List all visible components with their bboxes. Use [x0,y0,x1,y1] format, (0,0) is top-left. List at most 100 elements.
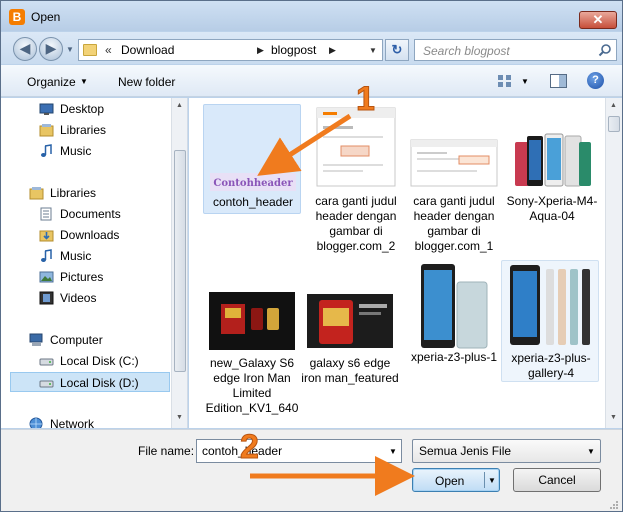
sidebar-scrollbar[interactable]: ▲ ▼ [171,98,187,428]
sidebar-item-downloads[interactable]: Downloads [1,225,171,245]
sidebar-item-label: Downloads [60,228,120,242]
navigation-bar: ◀ ▶ ▼ « Download ▶ blogpost ▶ ▼ ↻ Search… [1,32,622,64]
sidebar-item-label: Network [50,417,95,428]
open-button[interactable]: Open ▼ [412,468,500,492]
thumb-text: Contohheader [213,178,293,189]
file-name-label: cara ganti judul header dengan gambar di… [413,194,495,253]
sidebar-item-videos[interactable]: Videos [1,288,171,308]
chevron-down-icon[interactable]: ▼ [80,77,88,86]
file-name-label: xperia-z3-plus-1 [410,350,498,364]
videos-icon [39,291,54,305]
file-item-galaxy-s6-featured[interactable]: galaxy s6 edge iron man_featured [301,264,399,424]
drive-icon [39,380,54,388]
file-list: Contohheader contoh_header cara ganti ju… [189,98,605,428]
file-item-contoh-header[interactable]: Contohheader contoh_header [203,104,301,214]
file-item-galaxy-s6-iron-man[interactable]: new_Galaxy S6 edge Iron Man Limited Edit… [203,264,301,424]
breadcrumb-arrow-icon[interactable]: ▶ [257,45,264,56]
file-thumbnail [515,133,591,187]
file-thumbnail [421,264,488,349]
blogger-icon: B [9,9,25,25]
chevron-down-icon[interactable]: ▼ [587,447,595,456]
recent-locations-dropdown-icon[interactable]: ▼ [66,45,74,54]
scroll-up-icon[interactable]: ▲ [610,102,617,109]
folder-icon [83,44,97,56]
refresh-button[interactable]: ↻ [385,39,409,61]
sidebar-item-local-disk-d[interactable]: Local Disk (D:) [10,372,170,392]
forward-button[interactable]: ▶ [39,37,63,61]
file-list-scrollbar[interactable]: ▲ ▼ [605,98,622,428]
scrollbar-thumb[interactable] [608,116,620,132]
breadcrumb-arrow-icon[interactable]: ▶ [329,45,336,56]
sidebar-item-label: Libraries [50,186,97,200]
back-button[interactable]: ◀ [13,37,37,61]
search-icon[interactable] [598,43,612,57]
libraries-icon [39,124,54,137]
scroll-up-icon[interactable]: ▲ [176,102,183,109]
sidebar-item-music[interactable]: Music [1,141,171,161]
breadcrumb-blogpost[interactable]: blogpost [271,43,316,57]
sidebar-item-label: Music [60,249,92,263]
open-options-dropdown-icon[interactable]: ▼ [488,476,496,485]
file-thumbnail [410,139,498,187]
documents-icon [40,207,52,221]
title-bar: B Open ✕ [1,1,622,31]
sidebar-item-local-disk-c[interactable]: Local Disk (C:) [1,351,171,371]
network-icon [29,417,43,428]
breadcrumb-download[interactable]: Download [121,43,174,57]
close-button[interactable]: ✕ [579,11,617,29]
preview-pane-icon[interactable] [550,74,567,88]
change-view-icon[interactable] [497,74,513,88]
libraries-icon [29,187,44,200]
file-name-label: Sony-Xperia-M4-Aqua-04 [506,194,598,223]
sidebar-item-computer[interactable]: Computer [1,330,171,350]
file-type-value: Semua Jenis File [419,444,512,458]
scrollbar-thumb[interactable] [174,150,186,372]
new-folder-button[interactable]: New folder [118,75,175,89]
breadcrumb-overflow[interactable]: « [105,43,112,57]
file-item-xperia-z3-plus-1[interactable]: xperia-z3-plus-1 [405,264,503,424]
sidebar-item-label: Local Disk (D:) [60,376,139,390]
file-thumbnail [316,107,396,187]
file-name-label: new_Galaxy S6 edge Iron Man Limited Edit… [205,356,299,415]
sidebar-item-label: Local Disk (C:) [60,354,139,368]
resize-grip-icon[interactable] [609,500,619,510]
scroll-down-icon[interactable]: ▼ [610,414,617,421]
sidebar-item-music-library[interactable]: Music [1,246,171,266]
organize-button[interactable]: Organize [27,75,76,89]
file-item-blogger-2[interactable]: cara ganti judul header dengan gambar di… [307,104,405,264]
help-icon[interactable]: ? [587,72,604,89]
file-type-select[interactable]: Semua Jenis File ▼ [412,439,601,463]
file-name-value: contoh_header [202,444,283,458]
sidebar-item-label: Desktop [60,102,105,116]
sidebar-item-documents[interactable]: Documents [1,204,171,224]
command-bar: Organize ▼ New folder ▼ ? [1,65,622,97]
file-name-input[interactable]: contoh_header ▼ [196,439,402,463]
address-bar[interactable]: « Download ▶ blogpost ▶ ▼ [78,39,383,61]
file-name-label: cara ganti judul header dengan gambar di… [315,194,397,253]
sidebar-item-pictures[interactable]: Pictures [1,267,171,287]
scroll-down-icon[interactable]: ▼ [176,414,183,421]
file-item-sony-xperia-m4[interactable]: Sony-Xperia-M4-Aqua-04 [503,104,601,264]
chevron-down-icon[interactable]: ▼ [389,447,397,456]
cancel-button[interactable]: Cancel [513,468,601,492]
file-item-blogger-1[interactable]: cara ganti judul header dengan gambar di… [405,104,503,264]
sidebar-item-network[interactable]: Network [1,414,171,428]
dialog-footer: File name: contoh_header ▼ Semua Jenis F… [1,429,622,511]
open-button-label: Open [435,474,465,488]
file-thumbnail [510,265,590,345]
sidebar-item-libraries-group[interactable]: Libraries [1,183,171,203]
pictures-icon [39,271,54,283]
desktop-icon [39,103,54,115]
address-dropdown-icon[interactable]: ▼ [369,46,377,55]
sidebar-item-label: Videos [60,291,97,305]
sidebar-item-label: Pictures [60,270,104,284]
downloads-icon [39,230,54,242]
sidebar-item-desktop[interactable]: Desktop [1,99,171,119]
file-item-xperia-z3-plus-gallery-4[interactable]: xperia-z3-plus-gallery-4 [501,260,599,382]
search-input[interactable]: Search blogpost [414,39,617,61]
sidebar-item-label: Libraries [60,123,107,137]
sidebar-item-libraries[interactable]: Libraries [1,120,171,140]
view-options-dropdown-icon[interactable]: ▼ [521,77,529,86]
sidebar-item-label: Computer [50,333,103,347]
open-dialog: B Open ✕ ◀ ▶ ▼ « Download ▶ blogpost ▶ ▼… [0,0,623,512]
